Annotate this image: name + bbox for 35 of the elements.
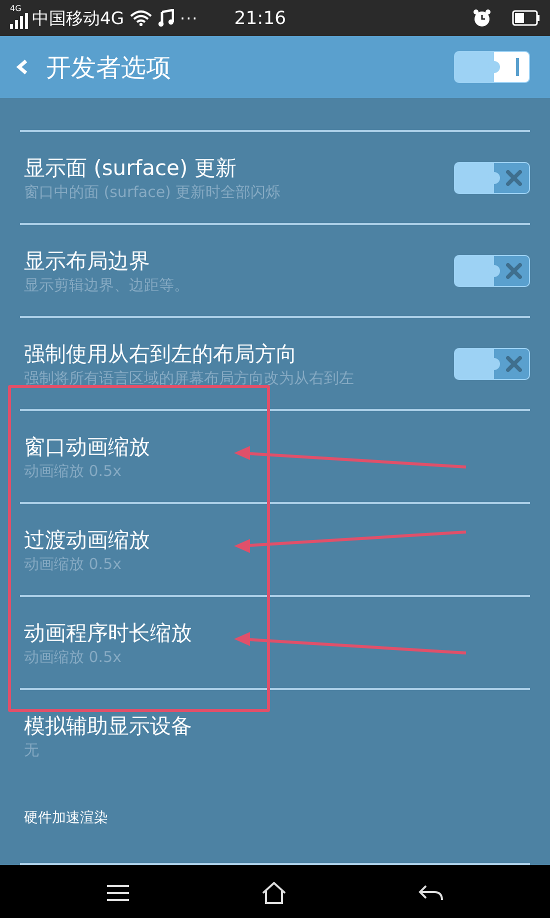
setting-title: 显示布局边界 [24, 248, 151, 274]
clock-time: 21:16 [234, 8, 286, 28]
toggle-switch[interactable] [454, 162, 530, 194]
setting-summary: 无 [24, 740, 40, 760]
setting-summary: 动画缩放 0.5x [24, 646, 122, 666]
wifi-icon [130, 10, 152, 26]
carrier-name: 中国移动4G [32, 8, 124, 30]
back-icon[interactable] [418, 884, 444, 902]
battery-icon [512, 10, 540, 26]
toggle-switch[interactable] [454, 51, 530, 83]
more-indicator: ··· [180, 8, 198, 28]
setting-summary: 强制将所有语言区域的屏幕布局方向改为从右到左 [24, 368, 355, 388]
setting-summary: 动画缩放 0.5x [24, 554, 122, 574]
alarm-icon [472, 8, 492, 28]
setting-title: 强制使用从右到左的布局方向 [24, 340, 298, 368]
page-title: 开发者选项 [46, 52, 171, 84]
setting-title: 模拟辅助显示设备 [24, 712, 193, 740]
setting-summary: 窗口中的面 (surface) 更新时全部闪烁 [24, 182, 282, 202]
setting-summary: 显示剪辑边界、边距等。 [24, 274, 190, 294]
setting-title: 动画程序时长缩放 [24, 620, 193, 646]
signal-icon [10, 13, 28, 29]
music-note-icon [158, 9, 174, 27]
toggle-switch[interactable] [454, 254, 530, 286]
toggle-switch[interactable] [454, 348, 530, 380]
menu-icon[interactable] [106, 885, 130, 901]
category-header: 硬件加速渲染 [24, 809, 108, 827]
setting-summary: 动画缩放 0.5x [24, 460, 122, 480]
setting-title: 显示面 (surface) 更新 [24, 154, 238, 182]
cross-icon [505, 354, 524, 372]
cross-icon [505, 262, 524, 280]
setting-title: 过渡动画缩放 [24, 526, 151, 554]
cross-icon [505, 168, 524, 186]
setting-title: 窗口动画缩放 [24, 434, 151, 460]
home-icon[interactable] [260, 882, 287, 904]
network-type-label: 4G [10, 5, 22, 13]
